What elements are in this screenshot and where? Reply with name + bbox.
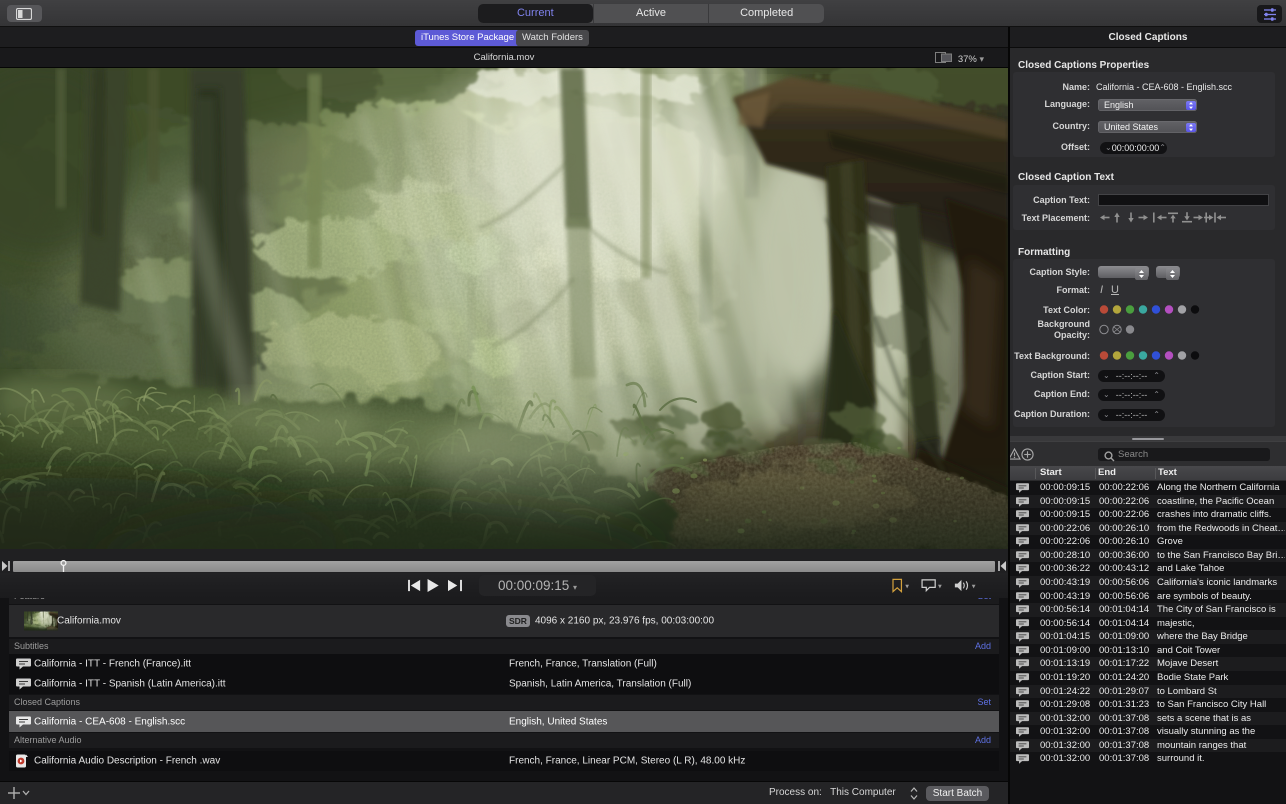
svg-text:▾: ▾	[972, 581, 976, 590]
svg-text:▾: ▾	[905, 581, 909, 590]
svg-text:▾: ▾	[938, 581, 942, 590]
